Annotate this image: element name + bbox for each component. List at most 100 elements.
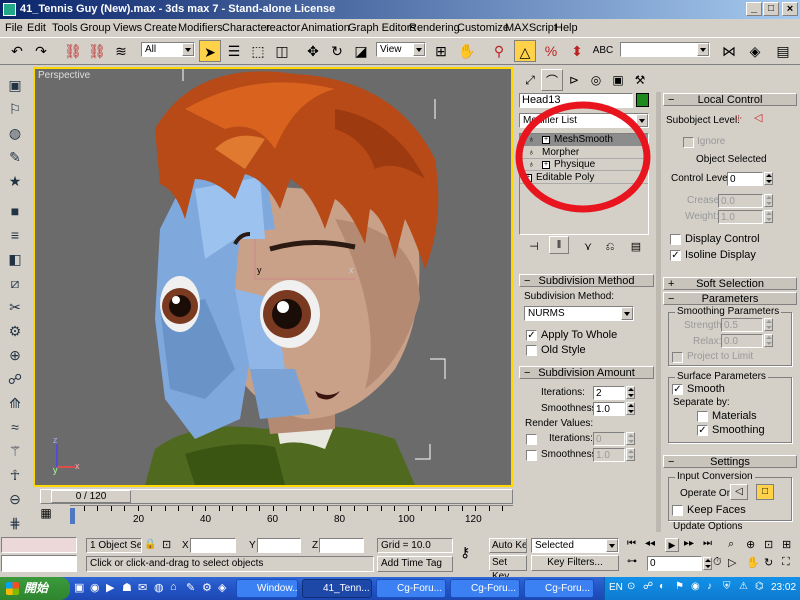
set-key-button[interactable]: Set Key <box>489 555 527 582</box>
zoom-all-icon[interactable]: ⊕ <box>746 538 755 551</box>
snap-toggle-icon[interactable]: ⚲ <box>488 40 510 62</box>
menu-rendering[interactable]: Rendering <box>409 19 460 37</box>
rectangular-selection-icon[interactable]: ⬚ <box>247 40 269 62</box>
crease-spinner[interactable] <box>764 194 773 207</box>
fracture-icon[interactable]: ⋕ <box>4 512 26 534</box>
select-object-icon[interactable]: ➤ <box>199 40 221 62</box>
spinner-snap-icon[interactable]: ⬍ <box>566 40 588 62</box>
render-iterations-field[interactable]: 0 <box>593 432 625 446</box>
tray-icon[interactable]: ⚑ <box>675 581 684 592</box>
utilities-panel-icon[interactable]: ⚒ <box>629 69 651 91</box>
selection-filter-dropdown[interactable]: All <box>141 42 195 57</box>
menu-tools[interactable]: Tools <box>52 19 78 37</box>
operate-on-polygons-icon[interactable]: □ <box>756 484 774 500</box>
select-scale-icon[interactable]: ◪ <box>350 40 372 62</box>
motion-panel-icon[interactable]: ◎ <box>585 69 607 91</box>
reactor-icon[interactable]: ⊕ <box>4 344 26 366</box>
subdivision-method-dropdown[interactable]: NURMS <box>524 306 634 321</box>
pan-icon[interactable]: ✋ <box>746 556 760 569</box>
quick-launch-icon[interactable]: ◈ <box>218 581 226 594</box>
minimize-button[interactable]: _ <box>746 2 762 16</box>
gear-icon[interactable]: ⚙ <box>4 320 26 342</box>
rollup-subdivision-amount[interactable]: − Subdivision Amount <box>519 366 654 379</box>
percent-snap-icon[interactable]: % <box>540 40 562 62</box>
quick-launch-icon[interactable]: ◍ <box>154 581 164 594</box>
configure-sets-icon[interactable]: ▤ <box>625 236 647 258</box>
select-move-icon[interactable]: ✥ <box>302 40 324 62</box>
select-rotate-icon[interactable]: ↻ <box>326 40 348 62</box>
arc-rotate-icon[interactable]: ↻ <box>764 556 773 569</box>
manipulate-icon[interactable]: ✋ <box>456 40 478 62</box>
strength-spinner[interactable] <box>764 318 773 331</box>
old-style-checkbox[interactable] <box>526 345 537 356</box>
pin-stack-icon[interactable]: ⊣ <box>523 236 545 258</box>
perspective-viewport[interactable]: Perspective y x z x y <box>33 67 513 487</box>
start-button[interactable]: 開始 <box>0 577 70 600</box>
ignore-checkbox[interactable] <box>683 137 694 148</box>
relax-field[interactable]: 0.0 <box>721 334 763 348</box>
go-to-end-icon[interactable]: ⏭ <box>703 538 712 549</box>
project-to-limit-checkbox[interactable] <box>672 352 683 363</box>
render-smoothness-checkbox[interactable] <box>526 450 537 461</box>
mini-curve-editor-icon[interactable]: ▦ <box>36 506 56 524</box>
menu-edit[interactable]: Edit <box>27 19 46 37</box>
tray-icon[interactable]: ♪ <box>707 581 712 592</box>
smoothness-field[interactable]: 1.0 <box>593 402 625 416</box>
apply-to-whole-checkbox[interactable]: ✓ <box>526 330 537 341</box>
menu-create[interactable]: Create <box>144 19 177 37</box>
create-panel-icon[interactable]: ⤢ <box>519 69 541 91</box>
render-smoothness-field[interactable]: 1.0 <box>593 448 625 462</box>
select-and-link-icon[interactable]: ⛓ <box>62 40 84 62</box>
current-frame-field[interactable]: 0 <box>647 556 702 571</box>
zoom-extents-icon[interactable]: ⊡ <box>764 538 773 551</box>
go-to-start-icon[interactable]: ⏮ <box>627 538 636 549</box>
auto-key-button[interactable]: Auto Key <box>489 538 527 553</box>
taskbar-task-3dsmax[interactable]: 41_Tenn... <box>302 579 372 598</box>
select-by-name-icon[interactable]: ☰ <box>223 40 245 62</box>
lock-selection-icon[interactable]: 🔒 <box>144 539 156 550</box>
language-indicator[interactable]: EN <box>609 582 623 593</box>
zoom-icon[interactable]: ⌕ <box>728 538 734 551</box>
weight-field[interactable]: 1.0 <box>718 210 763 224</box>
hierarchy-panel-icon[interactable]: ⊳ <box>563 69 585 91</box>
add-time-tag-button[interactable]: Add Time Tag <box>377 556 453 572</box>
key-mode-dropdown[interactable]: Selected <box>531 538 619 553</box>
pivot-center-icon[interactable]: ⊞ <box>430 40 452 62</box>
play-icon[interactable]: ▶ <box>665 538 679 552</box>
angle-snap-icon[interactable]: △ <box>514 40 536 62</box>
key-filters-button[interactable]: Key Filters... <box>531 555 619 571</box>
quick-launch-icon[interactable]: ⌂ <box>170 581 177 593</box>
edit-named-selection-icon[interactable]: ABC <box>592 40 614 62</box>
vertex-mode-icon[interactable]: ⁘ <box>734 112 743 125</box>
render-iterations-spinner[interactable] <box>626 432 635 445</box>
x-coordinate-field[interactable] <box>190 538 236 553</box>
relax-spinner[interactable] <box>764 334 773 347</box>
tray-icon[interactable]: ◉ <box>691 581 700 592</box>
close-button[interactable]: × <box>782 2 798 16</box>
extrude-icon[interactable]: ◧ <box>4 248 26 270</box>
rollup-subdivision-method[interactable]: − Subdivision Method <box>519 274 654 287</box>
iterations-spinner[interactable] <box>626 386 635 399</box>
clock[interactable]: 23:02 <box>771 582 796 593</box>
control-level-field[interactable]: 0 <box>727 172 763 186</box>
quick-launch-icon[interactable]: ▣ <box>74 581 84 594</box>
spring-icon[interactable]: ⚚ <box>4 440 26 462</box>
weight-spinner[interactable] <box>764 210 773 223</box>
menu-animation[interactable]: Animation <box>301 19 350 37</box>
reference-coordinate-dropdown[interactable]: View <box>376 42 426 57</box>
time-slider[interactable]: 0 / 120 <box>40 489 513 504</box>
menu-graph-editors[interactable]: Graph Editors <box>348 19 416 37</box>
isoline-display-checkbox[interactable]: ✓ <box>670 250 681 261</box>
quick-launch-icon[interactable]: ⚙ <box>202 581 212 594</box>
unlink-icon[interactable]: ⛓ <box>86 40 108 62</box>
menu-help[interactable]: Help <box>555 19 578 37</box>
taskbar-task-cg-forum-3[interactable]: Cg-Foru... <box>524 579 594 598</box>
maxscript-listener[interactable] <box>1 537 77 553</box>
key-mode-toggle-icon[interactable]: ⊶ <box>627 556 637 567</box>
helpers-icon[interactable]: ⚐ <box>4 98 26 120</box>
display-control-checkbox[interactable] <box>670 234 681 245</box>
keep-faces-checkbox[interactable] <box>672 505 683 516</box>
maximize-viewport-icon[interactable]: ⛶ <box>782 556 790 569</box>
show-end-result-icon[interactable]: ‖ <box>549 236 569 254</box>
render-iterations-checkbox[interactable] <box>526 434 537 445</box>
